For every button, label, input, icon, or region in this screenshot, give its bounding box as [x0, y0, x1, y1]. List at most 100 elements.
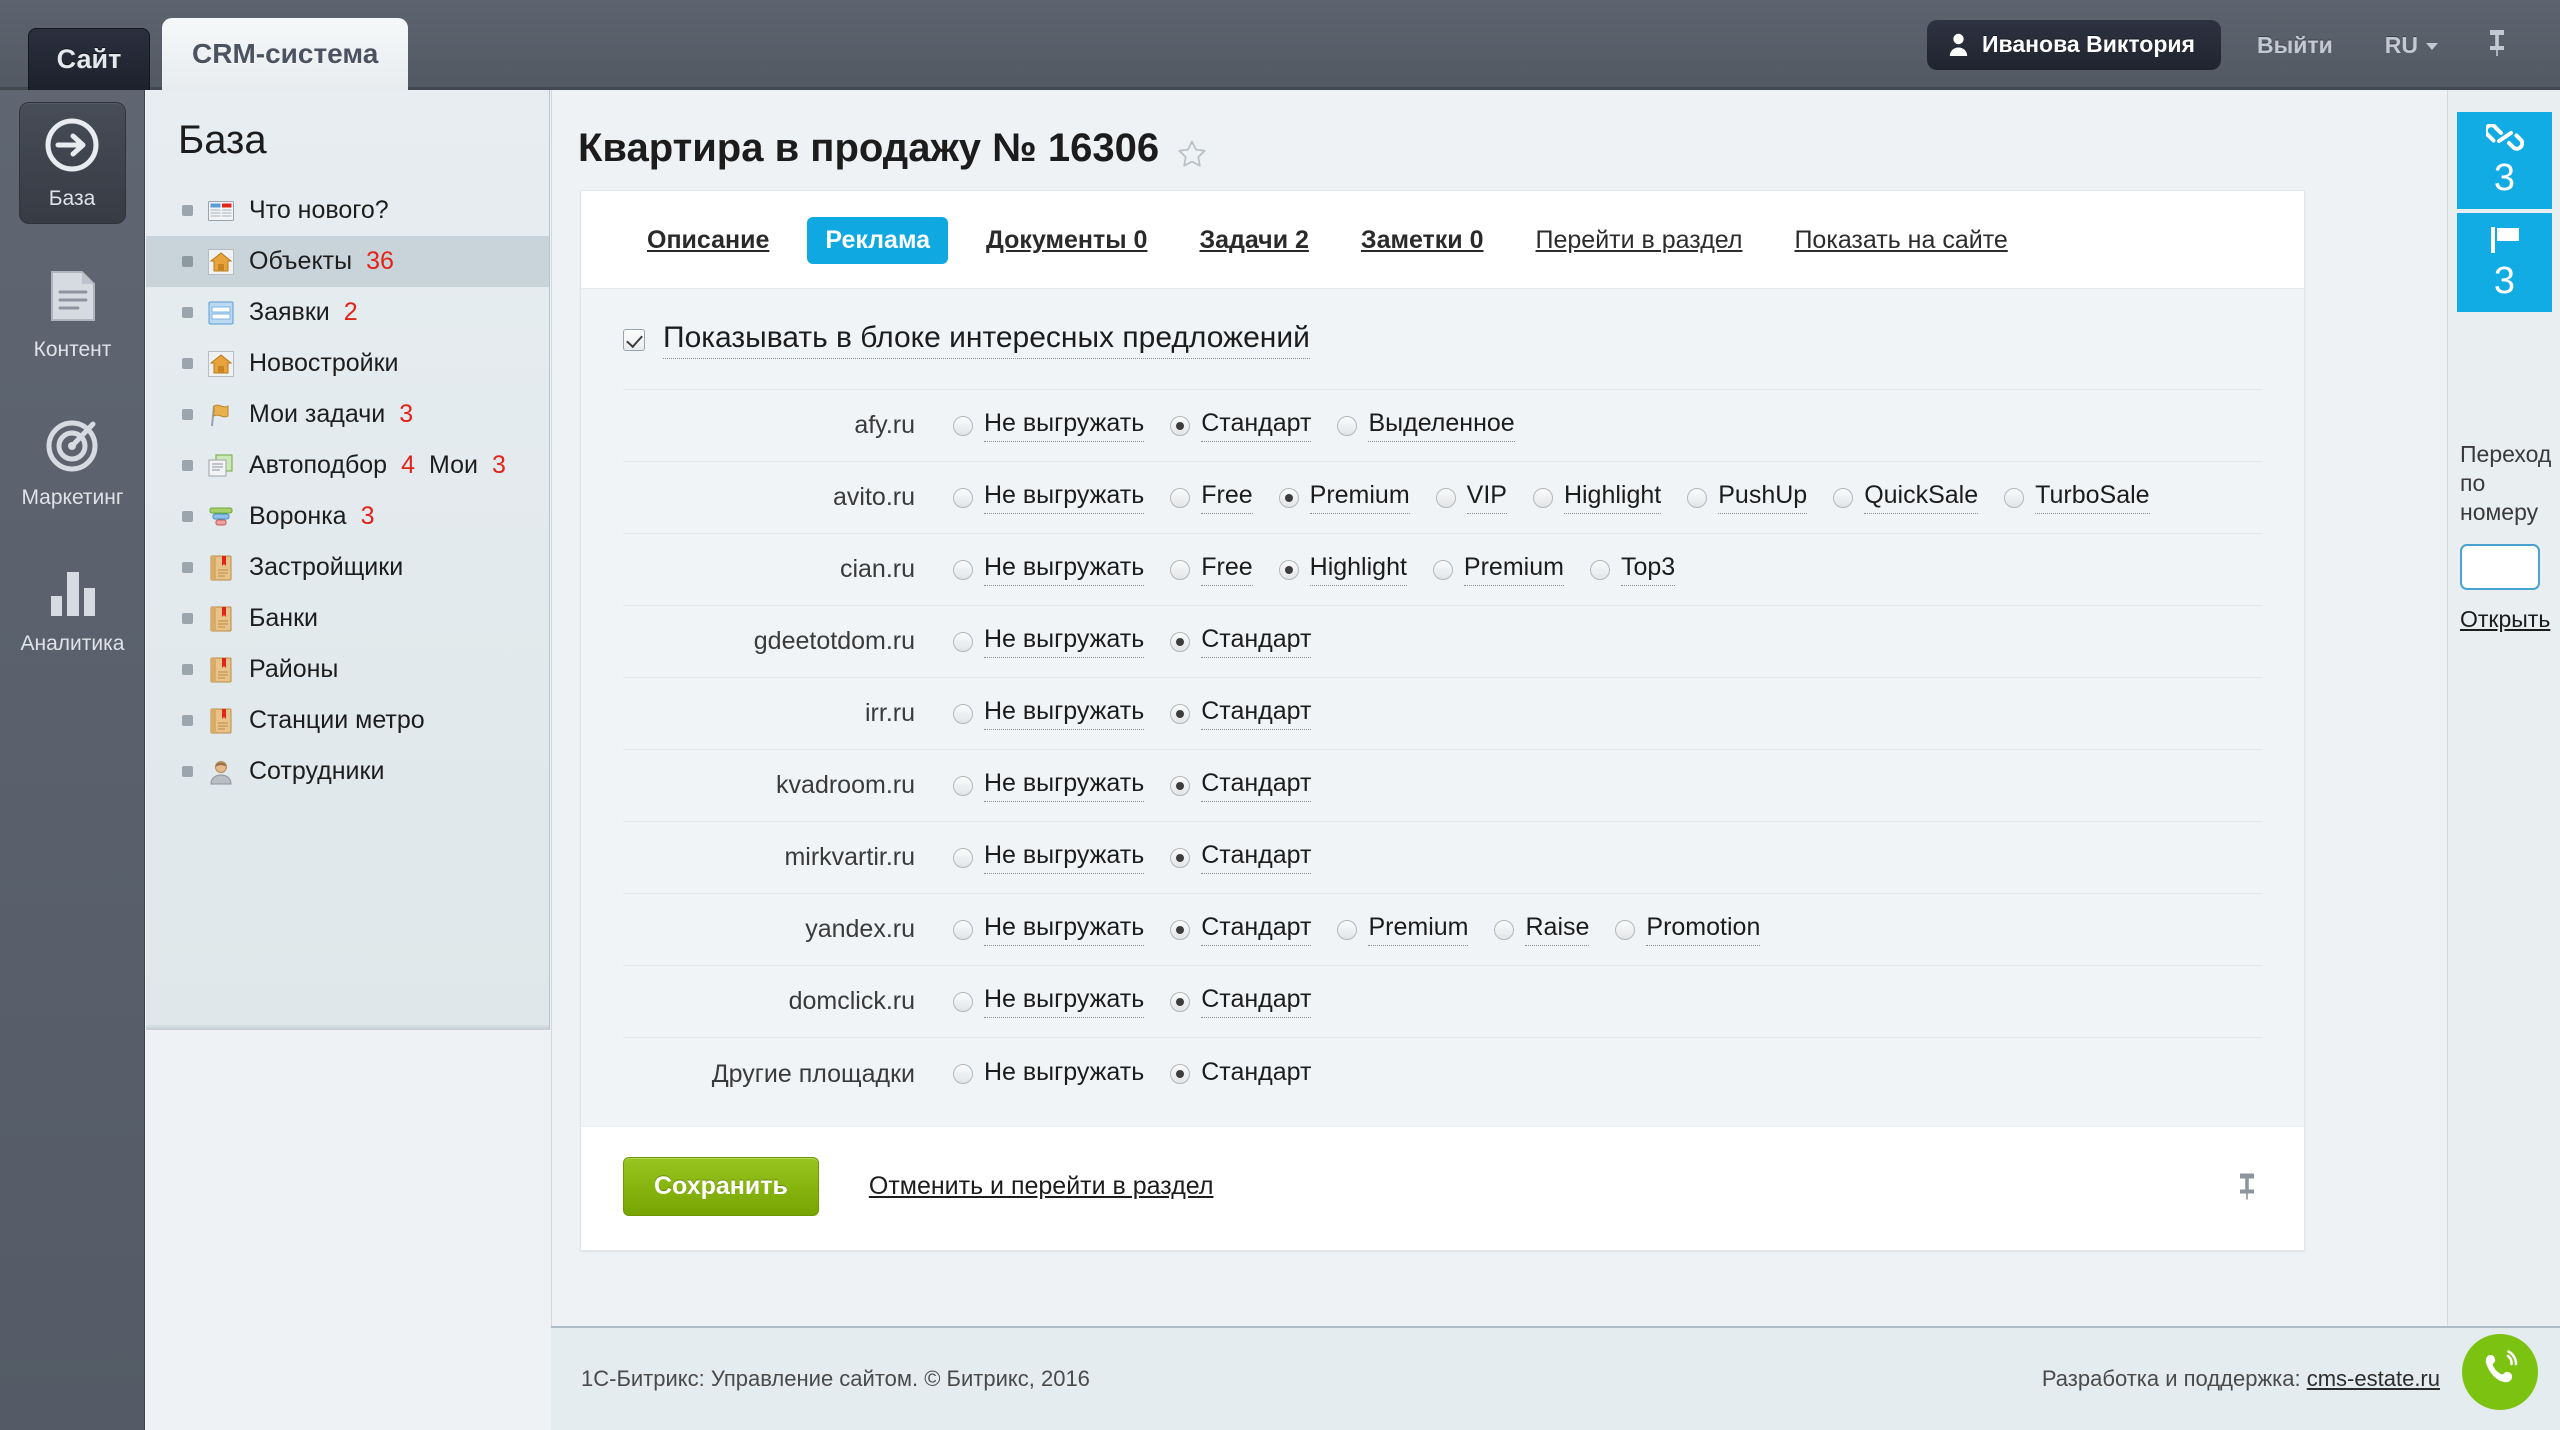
option-1[interactable]: Стандарт	[1170, 409, 1312, 442]
pin-icon[interactable]	[2464, 28, 2526, 63]
radio-button[interactable]	[1494, 919, 1515, 940]
footer-credits-link[interactable]: cms-estate.ru	[2307, 1366, 2440, 1391]
show-in-block-checkbox[interactable]	[623, 329, 645, 351]
option-0[interactable]: Не выгружать	[953, 553, 1145, 586]
rail-item-marketing[interactable]: Маркетинг	[0, 404, 145, 522]
show-in-block-label[interactable]: Показывать в блоке интересных предложени…	[663, 321, 1310, 359]
option-6[interactable]: QuickSale	[1833, 481, 1979, 514]
option-0[interactable]: Не выгружать	[953, 409, 1145, 442]
option-3[interactable]: Raise	[1494, 913, 1590, 946]
tab-site[interactable]: Сайт	[28, 28, 150, 90]
open-button[interactable]: Открыть	[2460, 606, 2560, 633]
radio-button[interactable]	[1615, 919, 1636, 940]
cancel-link[interactable]: Отменить и перейти в раздел	[869, 1172, 1214, 1201]
rail-item-kontent[interactable]: Контент	[0, 254, 145, 374]
option-1[interactable]: Стандарт	[1170, 625, 1312, 658]
radio-button[interactable]	[1170, 1064, 1191, 1084]
goto-number-input[interactable]	[2460, 544, 2540, 591]
radio-button[interactable]	[1278, 559, 1299, 580]
tab-4[interactable]: Заметки 0	[1335, 226, 1510, 255]
sidebar-item-1[interactable]: Объекты 36	[146, 236, 549, 287]
radio-button[interactable]	[1532, 487, 1553, 508]
option-0[interactable]: Не выгружать	[953, 625, 1145, 658]
radio-button[interactable]	[1170, 991, 1191, 1012]
linked-objects-badge[interactable]: 3	[2457, 112, 2552, 209]
sidebar-item-11[interactable]: Сотрудники	[146, 746, 549, 797]
radio-button[interactable]	[1337, 919, 1358, 940]
radio-button[interactable]	[953, 703, 973, 724]
pin-icon[interactable]	[2236, 1171, 2258, 1206]
radio-button[interactable]	[1170, 775, 1191, 796]
star-icon[interactable]	[1177, 134, 1207, 167]
tab-1[interactable]: Реклама	[807, 217, 949, 264]
radio-button[interactable]	[1170, 919, 1191, 940]
radio-button[interactable]	[953, 559, 973, 580]
radio-button[interactable]	[1170, 847, 1191, 868]
sidebar-item-4[interactable]: Мои задачи 3	[146, 389, 549, 440]
option-2[interactable]: Highlight	[1278, 553, 1407, 586]
option-2[interactable]: Premium	[1278, 481, 1410, 514]
sidebar-item-5[interactable]: Автоподбор 4 Мои 3	[146, 440, 549, 491]
option-5[interactable]: PushUp	[1687, 481, 1808, 514]
save-button[interactable]: Сохранить	[623, 1157, 819, 1216]
option-1[interactable]: Стандарт	[1170, 841, 1312, 874]
radio-button[interactable]	[953, 991, 973, 1012]
user-menu[interactable]: Иванова Виктория	[1926, 20, 2221, 70]
option-0[interactable]: Не выгружать	[953, 985, 1145, 1018]
language-selector[interactable]: RU	[2359, 32, 2464, 59]
option-1[interactable]: Free	[1170, 481, 1253, 514]
option-0[interactable]: Не выгружать	[953, 481, 1145, 514]
sidebar-item-7[interactable]: Застройщики	[146, 542, 549, 593]
radio-button[interactable]	[1170, 415, 1191, 436]
option-1[interactable]: Стандарт	[1170, 769, 1312, 802]
flags-badge[interactable]: 3	[2457, 213, 2552, 312]
option-1[interactable]: Стандарт	[1170, 985, 1312, 1018]
sidebar-item-6[interactable]: Воронка 3	[146, 491, 549, 542]
radio-button[interactable]	[953, 919, 973, 940]
option-1[interactable]: Free	[1170, 553, 1253, 586]
tab-2[interactable]: Документы 0	[960, 226, 1173, 255]
tab-3[interactable]: Задачи 2	[1173, 226, 1334, 255]
sidebar-item-8[interactable]: Банки	[146, 593, 549, 644]
option-7[interactable]: TurboSale	[2004, 481, 2150, 514]
radio-button[interactable]	[1170, 631, 1191, 652]
option-1[interactable]: Стандарт	[1170, 913, 1312, 946]
option-4[interactable]: Promotion	[1615, 913, 1761, 946]
radio-button[interactable]	[953, 775, 973, 796]
radio-button[interactable]	[2004, 487, 2025, 508]
radio-button[interactable]	[1833, 487, 1854, 508]
logout-button[interactable]: Выйти	[2231, 32, 2359, 59]
sidebar-item-0[interactable]: Что нового?	[146, 185, 549, 236]
option-2[interactable]: Premium	[1337, 913, 1469, 946]
option-0[interactable]: Не выгружать	[953, 1058, 1144, 1090]
radio-button[interactable]	[1589, 559, 1610, 580]
sidebar-item-2[interactable]: Заявки 2	[146, 287, 549, 338]
option-1[interactable]: Стандарт	[1170, 697, 1312, 730]
option-4[interactable]: Highlight	[1532, 481, 1662, 514]
sidebar-item-10[interactable]: Станции метро	[146, 695, 549, 746]
radio-button[interactable]	[1278, 487, 1299, 508]
radio-button[interactable]	[953, 847, 973, 868]
call-button[interactable]	[2462, 1334, 2538, 1410]
option-3[interactable]: Premium	[1432, 553, 1564, 586]
radio-button[interactable]	[953, 631, 973, 652]
radio-button[interactable]	[1435, 487, 1456, 508]
radio-button[interactable]	[1687, 487, 1708, 508]
radio-button[interactable]	[953, 487, 973, 508]
radio-button[interactable]	[953, 415, 973, 436]
rail-item-baza[interactable]: База	[18, 102, 126, 224]
radio-button[interactable]	[1170, 703, 1191, 724]
rail-item-analitika[interactable]: Аналитика	[0, 552, 145, 668]
radio-button[interactable]	[1432, 559, 1453, 580]
radio-button[interactable]	[953, 1064, 973, 1084]
option-0[interactable]: Не выгружать	[953, 769, 1145, 802]
sidebar-item-9[interactable]: Районы	[146, 644, 549, 695]
tab-6[interactable]: Показать на сайте	[1768, 226, 2033, 255]
option-4[interactable]: Top3	[1589, 553, 1676, 586]
option-3[interactable]: VIP	[1435, 481, 1507, 514]
radio-button[interactable]	[1170, 487, 1191, 508]
option-1[interactable]: Стандарт	[1170, 1058, 1311, 1090]
option-0[interactable]: Не выгружать	[953, 913, 1145, 946]
tab-0[interactable]: Описание	[621, 226, 795, 255]
option-0[interactable]: Не выгружать	[953, 841, 1145, 874]
